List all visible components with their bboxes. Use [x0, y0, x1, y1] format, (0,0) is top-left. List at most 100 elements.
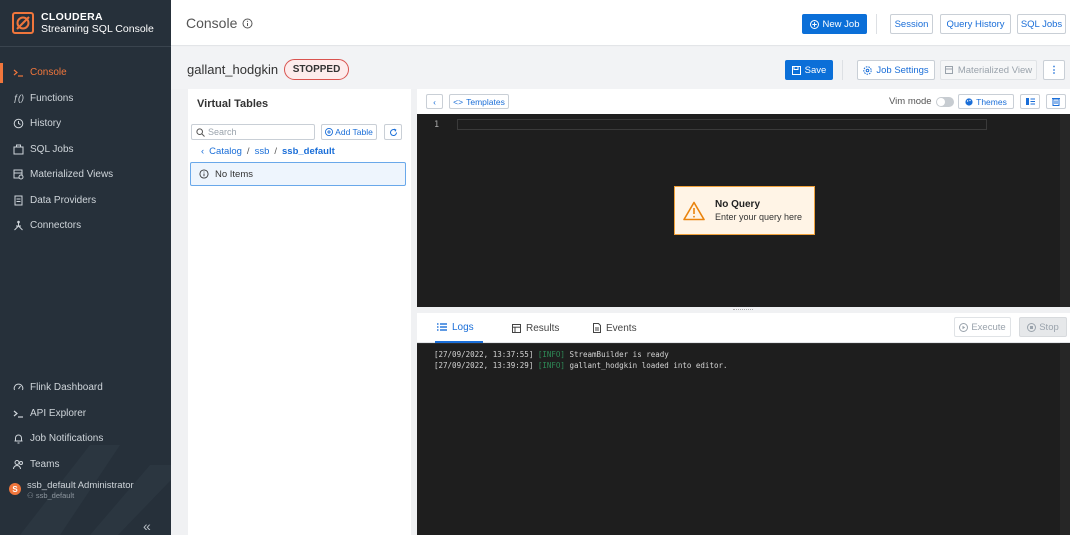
execute-button[interactable]: Execute — [954, 317, 1011, 337]
breadcrumb-catalog[interactable]: Catalog — [209, 146, 242, 157]
editor-scrollbar[interactable] — [1060, 114, 1070, 307]
save-label: Save — [804, 64, 827, 76]
dashboard-icon — [13, 382, 24, 393]
tab-logs-label: Logs — [452, 321, 474, 333]
chevron-left-icon[interactable]: ‹ — [201, 146, 204, 157]
sidebar-item-functions[interactable]: ƒ() Functions — [0, 86, 171, 112]
job-settings-label: Job Settings — [876, 64, 929, 76]
save-button[interactable]: Save — [785, 60, 833, 80]
add-table-label: Add Table — [335, 127, 373, 137]
user-team-name: ssb_default — [35, 491, 75, 500]
breadcrumb-current: ssb_default — [282, 146, 335, 157]
user-team: ⚇ ssb_default — [27, 491, 134, 501]
materialized-view-button[interactable]: Materialized View — [940, 60, 1037, 80]
vim-mode-label: Vim mode — [889, 96, 932, 107]
sidebar-item-sql-jobs[interactable]: SQL Jobs — [0, 137, 171, 163]
code-icon: <> — [453, 96, 464, 107]
templates-button[interactable]: <> Templates — [449, 94, 509, 109]
sidebar-item-history[interactable]: History — [0, 111, 171, 137]
header: Console New Job Session Query History SQ… — [171, 0, 1070, 46]
search-icon — [196, 127, 205, 137]
themes-button[interactable]: Themes — [958, 94, 1014, 109]
format-icon — [1025, 98, 1035, 105]
terminal-icon — [13, 408, 24, 419]
plus-circle-icon — [809, 19, 819, 29]
info-icon — [199, 169, 209, 179]
history-icon — [13, 118, 24, 129]
stop-label: Stop — [1039, 321, 1059, 333]
logs-console[interactable]: [27/09/2022, 13:37:55] [INFO] StreamBuil… — [417, 343, 1070, 535]
virtual-tables-title: Virtual Tables — [197, 98, 269, 110]
user-profile[interactable]: S ssb_default Administrator ⚇ ssb_defaul… — [9, 480, 134, 501]
tab-events[interactable]: Events — [593, 313, 637, 343]
play-icon — [959, 322, 969, 332]
vim-mode-toggle[interactable] — [935, 96, 954, 107]
sidebar-bottom-nav: Flink Dashboard API Explorer Job Notific… — [0, 375, 171, 477]
editor-current-line[interactable] — [457, 119, 987, 130]
logs-scrollbar[interactable] — [1060, 343, 1070, 535]
materialized-view-icon — [13, 169, 24, 180]
trash-icon — [1052, 97, 1060, 106]
sidebar-item-materialized-views[interactable]: Materialized Views — [0, 162, 171, 188]
bell-icon — [13, 433, 24, 444]
sidebar-item-flink-dashboard[interactable]: Flink Dashboard — [0, 375, 171, 401]
sidebar-item-api-explorer[interactable]: API Explorer — [0, 401, 171, 427]
search-field[interactable] — [191, 124, 315, 140]
stop-button[interactable]: Stop — [1019, 317, 1067, 337]
info-icon[interactable] — [242, 18, 253, 29]
execute-label: Execute — [971, 321, 1006, 333]
jobbar-divider — [842, 60, 843, 80]
brand[interactable]: CLOUDERA Streaming SQL Console — [0, 0, 171, 46]
sidebar-item-console[interactable]: Console — [0, 60, 171, 86]
clear-button[interactable] — [1046, 94, 1066, 109]
brand-text: CLOUDERA Streaming SQL Console — [41, 11, 154, 35]
palette-icon — [965, 97, 973, 106]
log-message: StreamBuilder is ready — [569, 350, 669, 359]
connectors-icon — [13, 220, 24, 231]
breadcrumb-ssb[interactable]: ssb — [255, 146, 270, 157]
vim-mode-toggle-wrap: Vim mode — [889, 96, 954, 107]
sidebar-item-connectors[interactable]: Connectors — [0, 213, 171, 239]
no-query-notice: No Query Enter your query here — [674, 186, 815, 235]
more-options-button[interactable]: ⋮ — [1043, 60, 1065, 80]
page-title-wrap: Console — [186, 15, 253, 31]
new-job-button[interactable]: New Job — [802, 14, 867, 34]
collapse-sidebar-icon[interactable]: « — [143, 518, 151, 534]
no-query-subtitle: Enter your query here — [715, 212, 803, 222]
job-settings-button[interactable]: Job Settings — [857, 60, 935, 80]
stop-icon — [1027, 322, 1037, 332]
sidebar-item-teams[interactable]: Teams — [0, 452, 171, 478]
refresh-button[interactable] — [384, 124, 402, 140]
data-providers-icon — [13, 195, 24, 206]
kebab-icon: ⋮ — [1049, 64, 1059, 76]
sidebar-item-label: Connectors — [30, 220, 82, 232]
teams-icon — [13, 459, 24, 470]
sidebar-item-label: Console — [30, 67, 67, 79]
search-input[interactable] — [208, 127, 308, 137]
function-icon: ƒ() — [13, 93, 24, 104]
add-table-button[interactable]: Add Table — [321, 124, 377, 140]
sidebar-item-label: SQL Jobs — [30, 143, 74, 155]
sidebar-item-data-providers[interactable]: Data Providers — [0, 188, 171, 214]
tab-results[interactable]: Results — [512, 313, 559, 343]
query-history-button[interactable]: Query History — [940, 14, 1011, 34]
format-button[interactable] — [1020, 94, 1040, 109]
cloudera-logo-icon — [12, 12, 34, 34]
user-info: ssb_default Administrator ⚇ ssb_default — [27, 480, 134, 501]
status-badge: STOPPED — [284, 59, 349, 80]
no-query-title: No Query — [715, 199, 761, 210]
collapse-panel-button[interactable]: ‹ — [426, 94, 443, 109]
breadcrumb-separator: / — [274, 146, 277, 157]
tab-logs[interactable]: Logs — [435, 313, 483, 343]
session-button[interactable]: Session — [890, 14, 933, 34]
sidebar-item-label: History — [30, 118, 62, 130]
materialized-view-icon — [944, 65, 954, 75]
save-icon — [791, 65, 801, 75]
sidebar-item-job-notifications[interactable]: Job Notifications — [0, 426, 171, 452]
chevron-left-icon: ‹ — [433, 96, 436, 107]
editor-toolbar: ‹ <> Templates Vim mode Themes — [417, 89, 1070, 114]
table-icon — [512, 323, 521, 333]
plus-circle-icon — [325, 128, 334, 136]
sidebar-item-label: Materialized Views — [30, 169, 114, 181]
sql-jobs-button[interactable]: SQL Jobs — [1017, 14, 1066, 34]
